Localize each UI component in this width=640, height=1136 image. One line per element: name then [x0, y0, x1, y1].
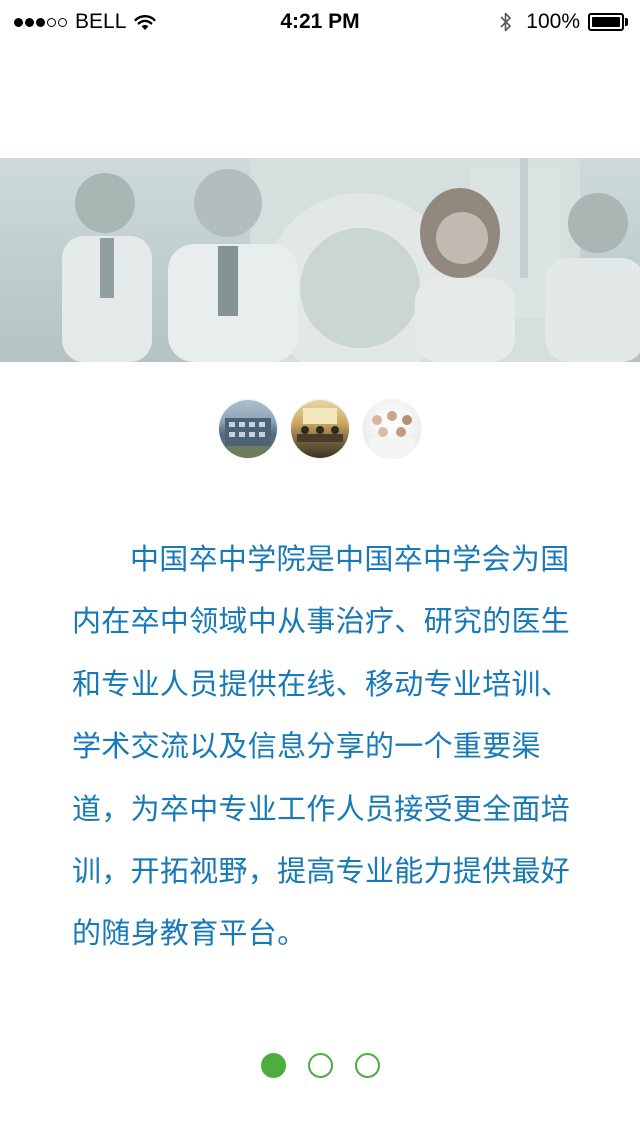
- thumbnail-meeting-room-photo[interactable]: [291, 400, 349, 458]
- page-dot-3[interactable]: [354, 1053, 380, 1078]
- page-indicator: [0, 1053, 640, 1079]
- academy-description: 中国卒中学院是中国卒中学会为国内在卒中领域中从事治疗、研究的医生和专业人员提供在…: [72, 542, 571, 951]
- battery-percent: 100%: [526, 10, 580, 33]
- status-bar: BELL 4:21 PM 100%: [0, 0, 640, 44]
- thumbnail-building-photo[interactable]: [219, 400, 277, 458]
- hero-banner-image: [0, 158, 640, 362]
- page-dot-1[interactable]: [260, 1053, 286, 1078]
- bluetooth-icon: [500, 12, 512, 32]
- thumbnail-doctors-group-photo[interactable]: [363, 400, 421, 458]
- thumbnail-row: [0, 400, 640, 460]
- doctors-photo: [0, 158, 640, 362]
- status-bar-right: 100%: [500, 9, 628, 35]
- battery-icon: [588, 13, 628, 31]
- page-dot-2[interactable]: [307, 1053, 333, 1078]
